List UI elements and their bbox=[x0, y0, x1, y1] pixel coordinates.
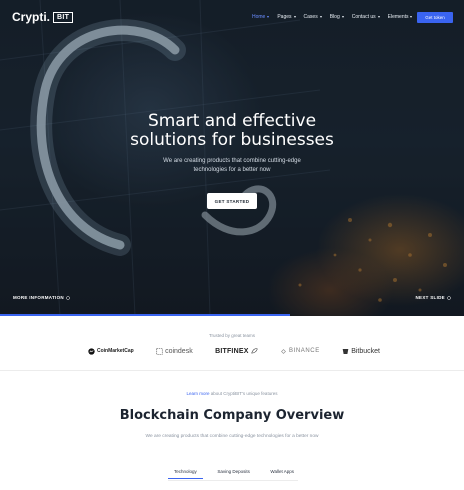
nav-item-home[interactable]: Home bbox=[252, 14, 270, 20]
logo[interactable]: Crypti. BIT bbox=[12, 10, 74, 24]
main-nav: Home Pages Cases Blog Contact us Element… bbox=[252, 14, 420, 20]
coinmarketcap-icon bbox=[88, 347, 95, 355]
learn-more-line: Learn more about CryptiBIT's unique feat… bbox=[0, 391, 464, 396]
partner-logo-binance: BINANCE bbox=[280, 348, 320, 355]
partner-name: coindesk bbox=[165, 347, 193, 355]
bitbucket-icon bbox=[342, 348, 349, 354]
more-information-label: MORE INFORMATION bbox=[13, 295, 64, 300]
chevron-down-icon bbox=[319, 16, 322, 18]
chevron-down-icon bbox=[341, 16, 344, 18]
get-started-button[interactable]: GET STARTED bbox=[207, 193, 257, 209]
hero-subtitle-line-1: We are creating products that combine cu… bbox=[163, 158, 301, 164]
nav-item-label: Cases bbox=[303, 14, 318, 20]
learn-more-text: about CryptiBIT's unique features bbox=[209, 391, 278, 396]
nav-item-blog[interactable]: Blog bbox=[330, 14, 344, 20]
tab-saving-deposits[interactable]: Saving Deposits bbox=[217, 469, 250, 479]
nav-item-cases[interactable]: Cases bbox=[304, 14, 322, 20]
overview-subtitle: We are creating products that combine cu… bbox=[145, 434, 319, 439]
partner-name: Bitbucket bbox=[351, 347, 380, 355]
next-slide-button[interactable]: NEXT SLIDE bbox=[415, 295, 451, 300]
tab-wallet-apps[interactable]: Wallet Apps bbox=[270, 469, 294, 479]
tabs-baseline bbox=[168, 480, 298, 481]
partner-logo-bitbucket: Bitbucket bbox=[342, 348, 380, 355]
learn-more-link[interactable]: Learn more bbox=[187, 391, 210, 396]
hero-title-line-2: solutions for businesses bbox=[130, 130, 334, 150]
nav-item-label: Blog bbox=[329, 14, 340, 20]
trusted-caption: Trusted by great teams bbox=[208, 333, 256, 338]
chevron-down-icon bbox=[293, 16, 296, 18]
hero-title: Smart and effective solutions for busine… bbox=[0, 112, 464, 150]
partner-logo-coindesk: coindesk bbox=[156, 348, 193, 355]
nav-item-label: Contact us bbox=[351, 14, 376, 20]
circle-arrow-icon bbox=[447, 295, 451, 300]
partner-logo-coinmarketcap: CoinMarketCap bbox=[88, 347, 134, 355]
hero-title-line-1: Smart and effective bbox=[147, 111, 317, 131]
nav-item-label: Home bbox=[252, 14, 266, 20]
logo-badge: BIT bbox=[53, 11, 74, 23]
binance-icon bbox=[281, 348, 286, 354]
nav-item-label: Pages bbox=[277, 14, 292, 20]
nav-item-contact[interactable]: Contact us bbox=[352, 14, 380, 20]
chevron-down-icon bbox=[377, 16, 380, 18]
get-token-button[interactable]: Get token bbox=[417, 12, 453, 23]
slide-progress-bar bbox=[0, 314, 290, 316]
partner-name: CoinMarketCap bbox=[97, 348, 134, 354]
nav-item-pages[interactable]: Pages bbox=[277, 14, 296, 20]
circle-arrow-icon bbox=[66, 295, 70, 300]
hero-subtitle-line-2: technologies for a better now bbox=[193, 167, 271, 173]
chevron-down-icon bbox=[267, 16, 270, 18]
hero-subtitle: We are creating products that combine cu… bbox=[132, 157, 332, 175]
more-information-link[interactable]: MORE INFORMATION bbox=[13, 295, 70, 300]
section-divider bbox=[0, 370, 464, 371]
partner-name: BITFINEX bbox=[215, 347, 249, 355]
overview-tabs: Technology Saving Deposits Wallet Apps bbox=[168, 469, 294, 479]
overview-title: Blockchain Company Overview bbox=[119, 408, 345, 423]
next-slide-label: NEXT SLIDE bbox=[415, 295, 445, 300]
partner-logo-bitfinex: BITFINEX bbox=[215, 348, 258, 355]
leaf-icon bbox=[250, 348, 258, 354]
logo-text: Crypti. bbox=[12, 10, 51, 24]
chevron-down-icon bbox=[410, 16, 413, 18]
partner-name: BINANCE bbox=[288, 348, 320, 354]
nav-item-label: Elements bbox=[387, 14, 409, 20]
top-navbar: Crypti. BIT Home Pages Cases Blog Contac… bbox=[0, 0, 464, 34]
nav-item-elements[interactable]: Elements bbox=[388, 14, 413, 20]
tab-technology[interactable]: Technology bbox=[168, 469, 203, 479]
hero-section: Crypti. BIT Home Pages Cases Blog Contac… bbox=[0, 0, 464, 316]
coindesk-icon bbox=[156, 347, 163, 355]
partner-logos: CoinMarketCap coindesk BITFINEX BINANCE … bbox=[88, 344, 380, 358]
